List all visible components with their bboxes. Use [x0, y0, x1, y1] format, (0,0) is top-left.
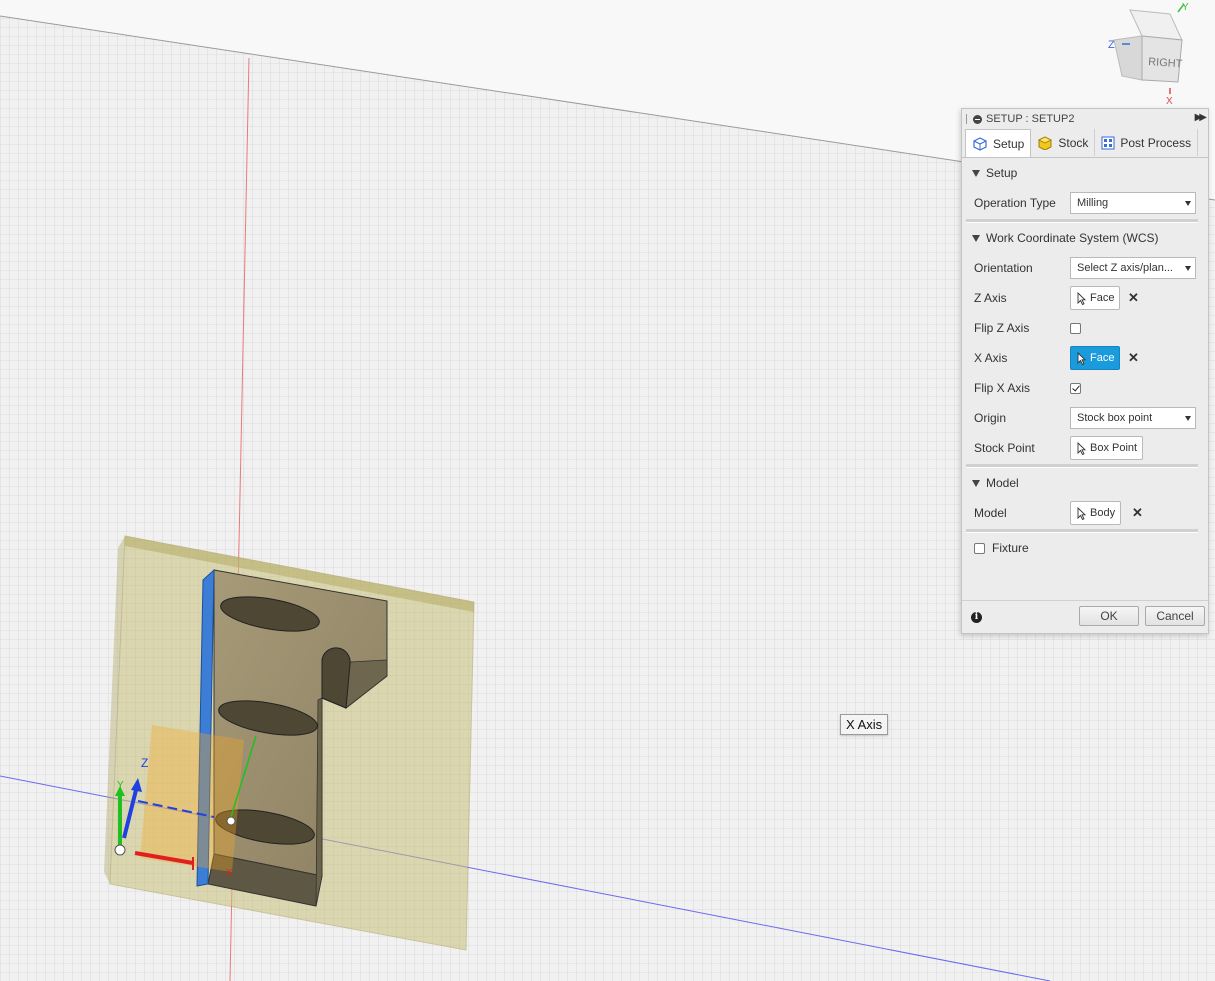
x-axis-label: X Axis [974, 351, 1008, 365]
collapse-triangle-icon [972, 169, 980, 177]
ok-button[interactable]: OK [1079, 606, 1139, 626]
stock-point-label: Stock Point [974, 441, 1035, 455]
panel-tabs: Setup Stock Post Process [962, 129, 1208, 158]
x-axis-tooltip: X Axis [840, 714, 889, 735]
flip-x-axis-checkbox[interactable] [1070, 382, 1081, 394]
dropdown-caret-icon [1185, 266, 1191, 271]
triad-label-y: Y [117, 780, 124, 791]
origin-dropdown[interactable]: Stock box point [1070, 407, 1196, 429]
triad-label-z: Z [141, 756, 148, 770]
orientation-label: Orientation [974, 261, 1033, 275]
tab-stock-label: Stock [1058, 135, 1089, 150]
row-z-axis: Z Axis Face ✕ [962, 283, 1208, 313]
dropdown-caret-icon [1185, 416, 1191, 421]
section-model-header[interactable]: Model [962, 468, 1208, 498]
x-axis-selection-value: Face [1090, 352, 1115, 364]
cursor-arrow-icon [1077, 441, 1086, 455]
row-orientation: Orientation Select Z axis/plan... [962, 253, 1208, 283]
fixture-label: Fixture [992, 541, 1029, 555]
clear-model-icon[interactable]: ✕ [1132, 505, 1143, 521]
model-selection-button[interactable]: Body [1070, 501, 1122, 525]
row-origin: Origin Stock box point [962, 403, 1208, 433]
origin-value: Stock box point [1077, 412, 1153, 424]
panel-footer: i OK Cancel [962, 600, 1208, 633]
collapse-triangle-icon [972, 479, 980, 487]
stock-cube-icon [1038, 135, 1053, 150]
row-model: Model Body ✕ [962, 498, 1208, 528]
tab-setup[interactable]: Setup [965, 129, 1032, 157]
operation-type-dropdown[interactable]: Milling [1070, 192, 1196, 214]
collapse-icon[interactable] [973, 114, 982, 124]
viewcube-axis-y: Y [1182, 2, 1189, 13]
viewcube-face-right[interactable]: RIGHT [1148, 56, 1183, 70]
tab-setup-label: Setup [993, 136, 1025, 151]
row-flip-x-axis: Flip X Axis [962, 373, 1208, 403]
stock-point-selection-value: Box Point [1090, 442, 1138, 454]
collapse-triangle-icon [972, 234, 980, 242]
row-operation-type: Operation Type Milling [962, 188, 1208, 218]
clear-x-axis-icon[interactable]: ✕ [1128, 350, 1139, 366]
flip-z-axis-label: Flip Z Axis [974, 321, 1030, 335]
z-axis-selection-button[interactable]: Face [1070, 286, 1121, 310]
post-process-icon [1101, 136, 1115, 149]
cursor-arrow-icon [1077, 351, 1086, 365]
cursor-arrow-icon [1077, 506, 1086, 520]
tab-stock[interactable]: Stock [1031, 129, 1096, 156]
cancel-button[interactable]: Cancel [1145, 606, 1205, 626]
flip-x-axis-label: Flip X Axis [974, 381, 1031, 395]
operation-type-label: Operation Type [974, 196, 1056, 210]
operation-type-value: Milling [1077, 197, 1109, 209]
stock-point-selection-button[interactable]: Box Point [1070, 436, 1144, 460]
z-axis-selection-value: Face [1090, 292, 1115, 304]
section-setup-header[interactable]: Setup [962, 158, 1208, 188]
x-axis-selection-button[interactable]: Face [1070, 346, 1121, 370]
triad-label-x: X [226, 868, 233, 879]
section-setup-title: Setup [986, 166, 1018, 180]
z-axis-label: Z Axis [974, 291, 1007, 305]
model-selection-value: Body [1090, 507, 1116, 519]
orientation-dropdown[interactable]: Select Z axis/plan... [1070, 257, 1196, 279]
row-flip-z-axis: Flip Z Axis [962, 313, 1208, 343]
tab-post-process-label: Post Process [1120, 135, 1192, 150]
viewcube-axis-z: Z [1108, 39, 1115, 51]
row-stock-point: Stock Point Box Point [962, 433, 1208, 463]
origin-label: Origin [974, 411, 1007, 425]
view-cube[interactable]: RIGHT Z X Y [1100, 0, 1215, 105]
info-icon[interactable]: i [971, 612, 982, 623]
orientation-value: Select Z axis/plan... [1077, 262, 1173, 274]
section-model-title: Model [986, 476, 1019, 490]
fixture-checkbox[interactable] [974, 542, 985, 554]
clear-z-axis-icon[interactable]: ✕ [1128, 290, 1139, 306]
viewcube-axis-x: X [1166, 96, 1173, 105]
wcs-preview-plane [140, 725, 244, 872]
section-wcs-title: Work Coordinate System (WCS) [986, 231, 1159, 245]
cursor-arrow-icon [1077, 291, 1086, 305]
tab-post-process[interactable]: Post Process [1095, 129, 1199, 156]
expand-panel-icon[interactable]: ▶▶ [1195, 112, 1208, 123]
row-x-axis: X Axis Face ✕ [962, 343, 1208, 373]
dropdown-caret-icon [1185, 201, 1191, 206]
model-label: Model [974, 506, 1007, 520]
panel-title: SETUP : SETUP2 [986, 113, 1075, 125]
flip-z-axis-checkbox[interactable] [1070, 322, 1081, 334]
panel-title-bar[interactable]: SETUP : SETUP2 ▶▶ [962, 109, 1208, 129]
setup-panel: SETUP : SETUP2 ▶▶ Setup Stock Post Proce… [961, 108, 1209, 634]
drag-grip-icon[interactable] [966, 114, 969, 124]
setup-icon [973, 136, 987, 151]
row-fixture: Fixture [962, 533, 1208, 563]
section-wcs-header[interactable]: Work Coordinate System (WCS) [962, 223, 1208, 253]
